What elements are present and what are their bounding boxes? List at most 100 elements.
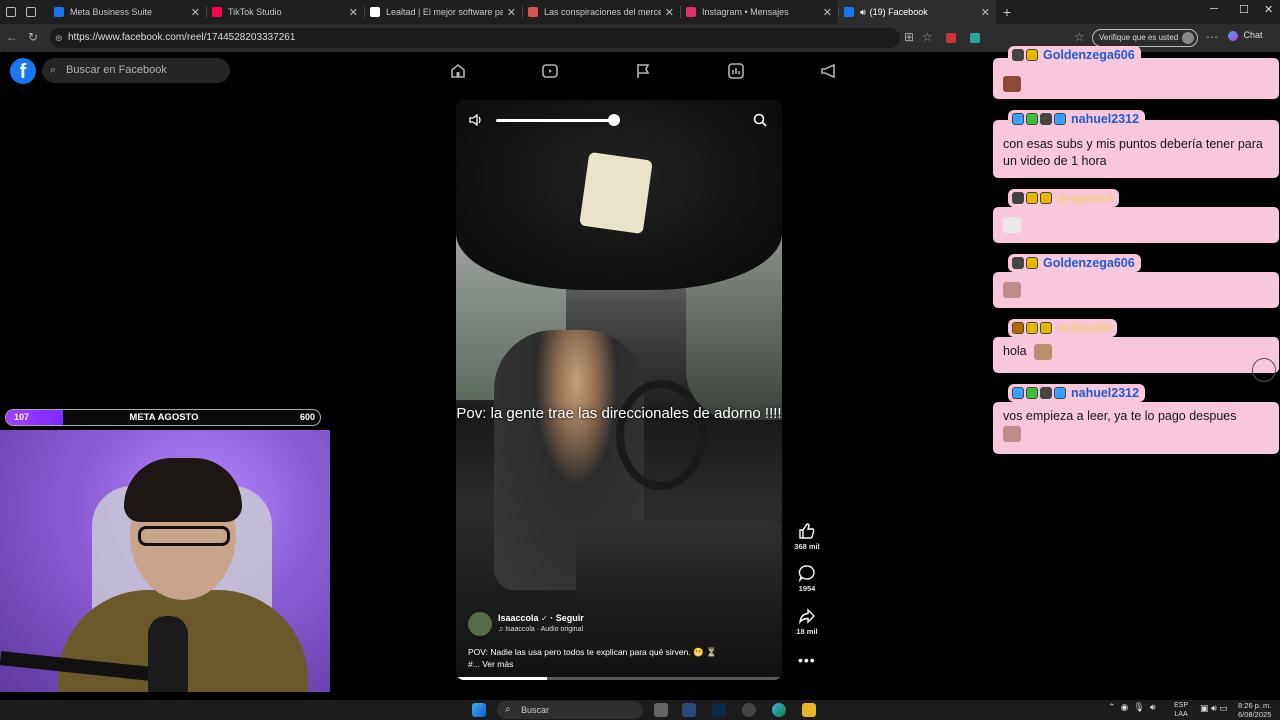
gaming-icon[interactable] — [727, 62, 745, 80]
close-icon[interactable]: ✕ — [191, 6, 200, 19]
chat-user-row: Goldenzega606 — [1008, 254, 1141, 272]
window-close-icon[interactable]: ✕ — [1264, 3, 1273, 16]
chat-username[interactable]: Goldenzega606 — [1043, 48, 1135, 62]
badge-icon — [1054, 113, 1066, 125]
photoshop-app-icon[interactable] — [712, 703, 726, 717]
tab-instagram[interactable]: Instagram • Mensajes ✕ — [680, 0, 838, 24]
volume-slider-handle[interactable] — [607, 114, 620, 126]
obs-studio-icon[interactable] — [742, 703, 756, 717]
share-button[interactable]: 18 mil — [790, 607, 824, 636]
clock-time: 8:26 p. m. — [1238, 701, 1272, 710]
badge-icon — [1040, 322, 1052, 334]
chat-text: con esas subs y mis puntos debería tener… — [1003, 137, 1263, 168]
close-icon[interactable]: ✕ — [665, 6, 674, 19]
scroll-indicator[interactable] — [1252, 358, 1276, 382]
tab-lealtad[interactable]: Lealtad | El mejor software para pu ✕ — [364, 0, 522, 24]
tab-conspiraciones[interactable]: Las conspiraciones del mercenario ✕ — [522, 0, 680, 24]
badge-icon — [1026, 192, 1038, 204]
close-icon[interactable]: ✕ — [349, 6, 358, 19]
chat-text: vos empieza a leer, ya te lo pago despue… — [1003, 409, 1237, 423]
extension-icon[interactable] — [970, 33, 980, 43]
network-icon[interactable]: ▣ 🔊︎ ▭ — [1200, 703, 1228, 714]
file-explorer-icon[interactable] — [802, 703, 816, 717]
chat-user-row: nahuel2312 — [1008, 110, 1146, 128]
close-icon[interactable]: ✕ — [823, 6, 832, 19]
chat-username[interactable]: dragoexd — [1057, 191, 1113, 205]
bookmark-icon[interactable]: ☆ — [922, 30, 933, 44]
tab-facebook[interactable]: 🔊︎ (19) Facebook ✕ — [838, 0, 996, 24]
audio-line[interactable]: ♫ Isaaccola · Audio original — [498, 626, 583, 633]
chat-username[interactable]: neilmo00 — [1057, 321, 1111, 335]
task-view-icon[interactable] — [654, 703, 668, 717]
see-more-link[interactable]: Ver más — [482, 659, 513, 669]
favorites-icon[interactable]: ☆ — [1074, 30, 1085, 44]
badge-icon — [1026, 387, 1038, 399]
chat-username[interactable]: nahuel2312 — [1071, 112, 1139, 126]
video-progress-bar[interactable] — [456, 677, 782, 680]
lang-layout: LAA — [1174, 711, 1188, 718]
speaker-icon[interactable]: 🔊︎ — [860, 7, 866, 18]
avatar[interactable] — [468, 612, 492, 636]
close-icon[interactable]: ✕ — [981, 6, 990, 19]
taskbar-search-input[interactable]: ⌕ Buscar — [497, 701, 643, 719]
comment-button[interactable]: 1954 — [790, 564, 824, 593]
volume-slider[interactable] — [496, 119, 620, 122]
badge-icon — [1012, 387, 1024, 399]
tab-meta-business-suite[interactable]: Meta Business Suite ✕ — [48, 0, 206, 24]
reel-description: POV: Nadie las usa pero todos te explica… — [468, 646, 768, 670]
more-options-icon[interactable]: ••• — [798, 652, 816, 668]
tab-tiktok-studio[interactable]: TikTok Studio ✕ — [206, 0, 364, 24]
author-name[interactable]: Isaaccola — [498, 613, 539, 623]
pages-flag-icon[interactable] — [634, 62, 652, 80]
stream-goal-bar: 107 META AGOSTO 600 — [5, 409, 321, 426]
language-indicator[interactable]: ESP LAA — [1174, 701, 1188, 719]
chat-username[interactable]: nahuel2312 — [1071, 386, 1139, 400]
video-scene — [616, 380, 706, 490]
emote-icon — [1003, 76, 1021, 92]
more-menu-icon[interactable]: ⋯ — [1206, 30, 1218, 44]
goal-target: 600 — [299, 412, 315, 422]
back-icon[interactable]: ← — [6, 30, 18, 44]
profile-button[interactable]: Verifique que es usted — [1092, 29, 1198, 47]
home-icon[interactable] — [449, 62, 467, 80]
emote-icon — [1003, 217, 1021, 233]
search-icon[interactable] — [752, 112, 768, 128]
edge-browser-icon[interactable] — [772, 703, 786, 717]
reels-icon[interactable] — [541, 62, 559, 80]
tab-label: Meta Business Suite — [70, 7, 153, 17]
copilot-chat-button[interactable]: Chat — [1228, 30, 1263, 41]
chat-user-row: Goldenzega606 — [1008, 46, 1141, 64]
chat-username[interactable]: Goldenzega606 — [1043, 256, 1135, 270]
facebook-search-input[interactable]: ⌕ Buscar en Facebook — [42, 58, 230, 83]
new-tab-button[interactable]: + — [996, 4, 1018, 20]
minimize-icon[interactable]: ─ — [1210, 3, 1218, 15]
tab-search-icon[interactable]: ⊞ — [904, 30, 914, 44]
badge-icon — [1026, 49, 1038, 61]
url-field[interactable]: ⊜ https://www.facebook.com/reel/17445282… — [50, 28, 900, 48]
search-placeholder: Buscar en Facebook — [66, 64, 167, 76]
webcam-scene — [138, 526, 230, 546]
ads-megaphone-icon[interactable] — [820, 62, 838, 80]
follow-button[interactable]: · Seguir — [550, 613, 584, 623]
obs-app-icon[interactable] — [682, 703, 696, 717]
clock-date: 6/08/2025 — [1238, 710, 1272, 719]
description-text: POV: Nadie las usa pero todos te explica… — [468, 647, 691, 657]
speaker-icon[interactable] — [468, 112, 484, 128]
browser-menu-icon[interactable] — [6, 7, 16, 17]
maximize-icon[interactable]: ☐ — [1239, 3, 1249, 16]
tab-label: TikTok Studio — [228, 7, 282, 17]
facebook-logo-icon[interactable]: f — [10, 58, 36, 84]
reel-video-player[interactable]: Pov: la gente trae las direccionales de … — [456, 100, 782, 680]
close-icon[interactable]: ✕ — [507, 6, 516, 19]
extension-icon[interactable] — [946, 33, 956, 43]
system-tray-icons[interactable]: ⌃ ◉ 🎙︎ 🔊︎ — [1108, 702, 1156, 713]
meta-favicon-icon — [54, 7, 64, 17]
windows-start-icon[interactable] — [472, 703, 486, 717]
reload-icon[interactable]: ↻ — [28, 30, 38, 44]
taskbar-clock[interactable]: 8:26 p. m. 6/08/2025 — [1238, 701, 1271, 719]
tab-actions-icon[interactable] — [26, 7, 36, 17]
emoji-icon: 😬 ⏳ — [693, 647, 717, 657]
site-info-icon[interactable]: ⊜ — [55, 28, 63, 48]
like-button[interactable]: 368 mil — [790, 522, 824, 551]
webcam-scene — [148, 616, 188, 692]
